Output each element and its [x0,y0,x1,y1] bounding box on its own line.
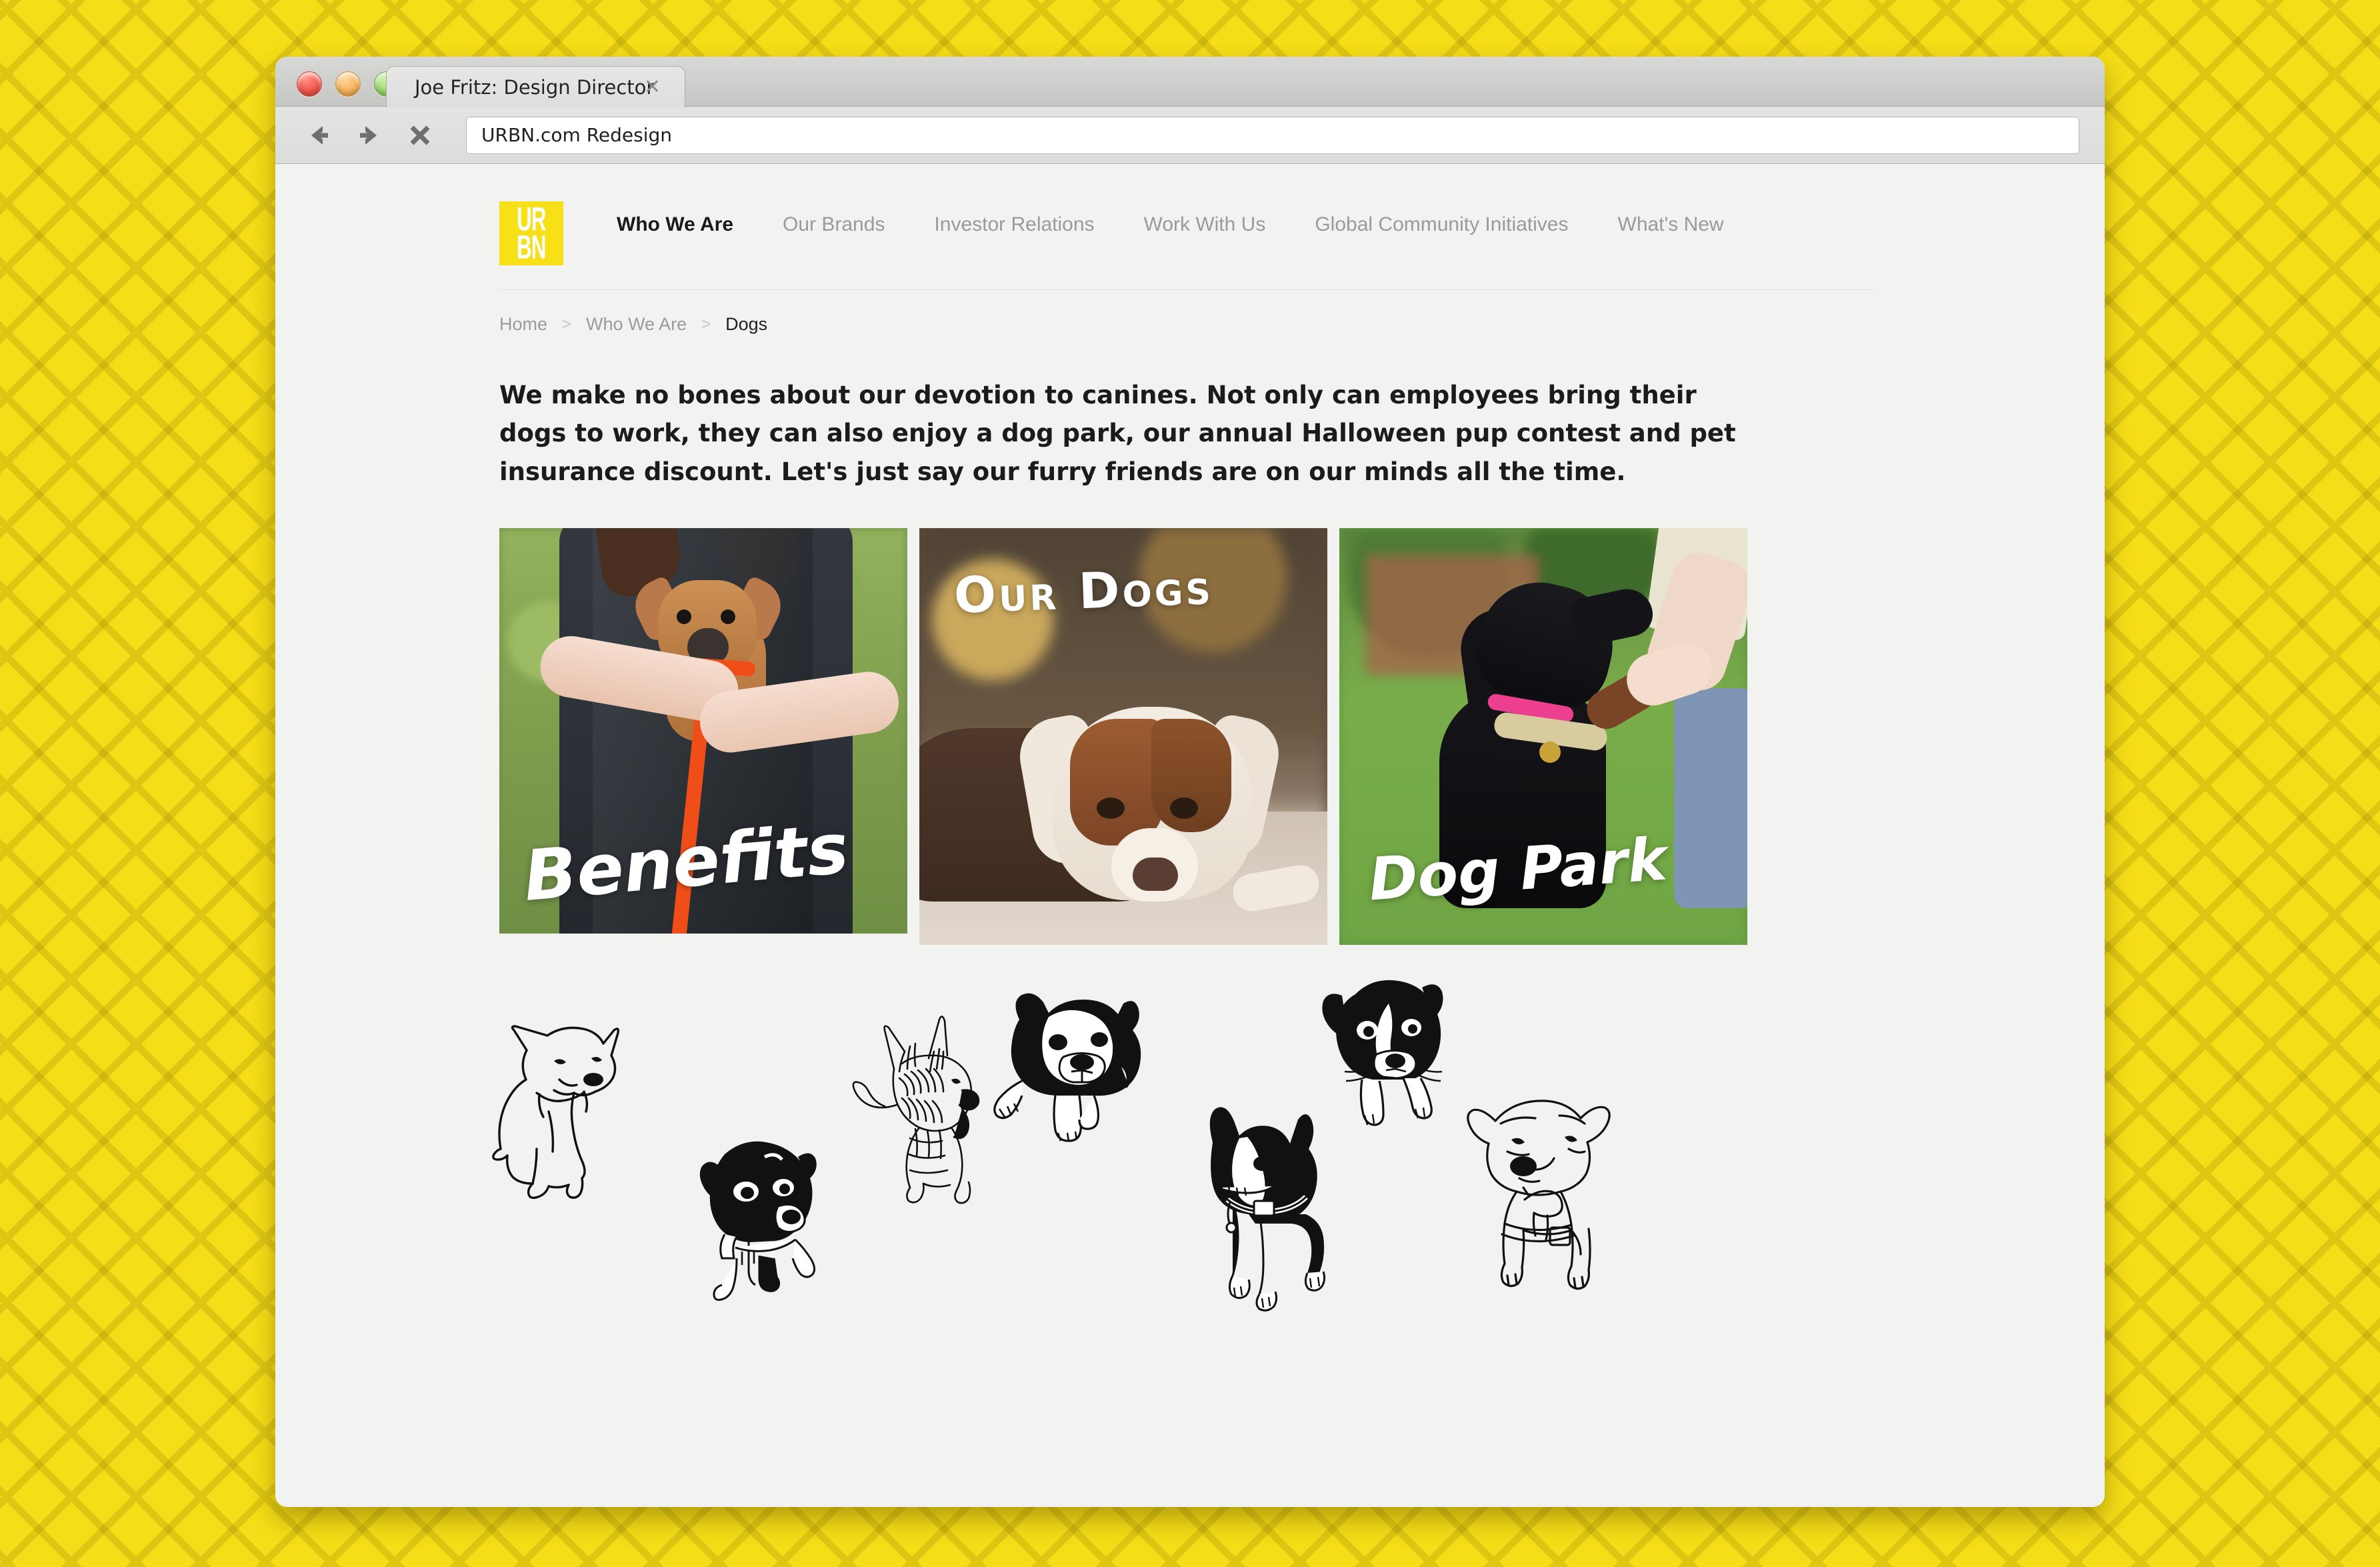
feature-card-our-dogs[interactable]: Our Dogs [919,528,1327,946]
nav-item-investor-relations[interactable]: Investor Relations [934,213,1094,236]
tab-title: Joe Fritz: Design Director [415,75,655,99]
feature-card-grid: Benefits Our Dogs Dog Park [499,528,1883,946]
staffordshire-terrier-illustration [1450,1082,1623,1302]
nav-item-global-community-initiatives[interactable]: Global Community Initiatives [1315,213,1568,236]
forward-arrow-icon[interactable] [351,117,387,153]
nav-item-whats-new[interactable]: What's New [1618,213,1724,236]
boston-bulldog-puppy-illustration [982,978,1162,1145]
close-icon[interactable]: ✕ [644,77,661,97]
card-label-our-dogs: Our Dogs [953,558,1215,625]
browser-toolbar: URBN.com Redesign [275,107,2105,164]
nav-item-work-with-us[interactable]: Work With Us [1144,213,1266,236]
site-header: UR BN Who We Are Our Brands Investor Rel… [497,201,1883,281]
intro-paragraph: We make no bones about our devotion to c… [499,381,1736,486]
breadcrumb-item-home[interactable]: Home [499,314,547,335]
url-input[interactable]: URBN.com Redesign [466,116,2079,154]
page-content: UR BN Who We Are Our Brands Investor Rel… [492,164,1883,1476]
breadcrumb: Home > Who We Are > Dogs [497,290,1883,335]
nav-item-who-we-are[interactable]: Who We Are [617,213,733,236]
close-window-button[interactable] [297,71,322,97]
black-puppy-lying-illustration [685,1134,838,1308]
scruffy-terrier-illustration [830,1005,997,1212]
black-white-puppy-looking-up-illustration [1303,972,1470,1138]
minimize-window-button[interactable] [335,71,361,97]
logo-line-2: BN [517,229,546,266]
breadcrumb-item-who-we-are[interactable]: Who We Are [586,314,687,335]
browser-titlebar: Joe Fritz: Design Director ✕ [275,57,2105,107]
window-controls [297,71,399,97]
browser-tab[interactable]: Joe Fritz: Design Director ✕ [386,66,685,107]
urbn-logo[interactable]: UR BN [499,201,563,265]
breadcrumb-separator-icon: > [562,315,572,333]
breadcrumb-item-dogs: Dogs [725,314,768,334]
stop-x-icon[interactable] [402,117,438,153]
breadcrumb-separator-icon: > [701,315,711,333]
jack-russell-sitting-illustration [490,1018,657,1218]
browser-window: Joe Fritz: Design Director ✕ URBN.com Re… [275,57,2105,1507]
nav-item-our-brands[interactable]: Our Brands [783,213,885,236]
page-viewport: UR BN Who We Are Our Brands Investor Rel… [275,164,2105,1507]
feature-card-dog-park[interactable]: Dog Park [1339,528,1747,946]
dog-illustration-row [492,980,1883,1476]
back-arrow-icon[interactable] [301,117,337,153]
main-navigation: Who We Are Our Brands Investor Relations… [617,213,1773,236]
feature-card-benefits[interactable]: Benefits [499,528,907,934]
